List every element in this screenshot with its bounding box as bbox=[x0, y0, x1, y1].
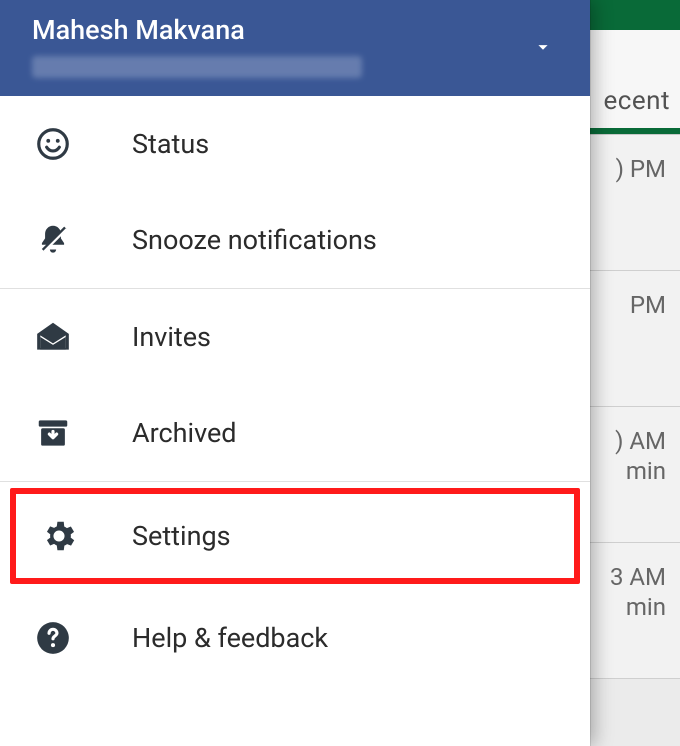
menu-archived[interactable]: Archived bbox=[0, 385, 590, 481]
smiley-icon bbox=[34, 125, 72, 163]
nav-drawer: Mahesh Makvana Status bbox=[0, 0, 590, 746]
help-icon bbox=[34, 619, 72, 657]
menu-label: Settings bbox=[132, 520, 231, 552]
menu-label: Archived bbox=[132, 417, 237, 449]
account-header[interactable]: Mahesh Makvana bbox=[0, 0, 590, 96]
account-name: Mahesh Makvana bbox=[32, 14, 570, 46]
bell-off-icon bbox=[34, 221, 72, 259]
menu-label: Snooze notifications bbox=[132, 224, 377, 256]
account-chevron-down-icon[interactable] bbox=[532, 36, 554, 58]
menu-label: Invites bbox=[132, 321, 211, 353]
menu-label: Status bbox=[132, 128, 209, 160]
archive-icon bbox=[34, 414, 72, 452]
divider bbox=[0, 481, 590, 482]
menu-help[interactable]: Help & feedback bbox=[0, 590, 590, 686]
menu-settings[interactable]: Settings bbox=[10, 488, 580, 584]
menu-status[interactable]: Status bbox=[0, 96, 590, 192]
menu-invites[interactable]: Invites bbox=[0, 289, 590, 385]
menu-snooze[interactable]: Snooze notifications bbox=[0, 192, 590, 288]
account-email-redacted bbox=[32, 56, 362, 78]
envelope-open-icon bbox=[34, 318, 72, 356]
gear-icon bbox=[40, 517, 78, 555]
menu-label: Help & feedback bbox=[132, 622, 328, 654]
